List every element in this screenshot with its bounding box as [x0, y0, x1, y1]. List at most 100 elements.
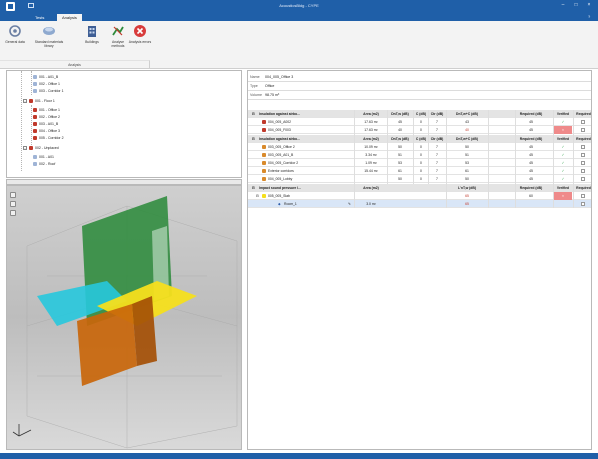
column-header: DnT,w (dB) [391, 112, 409, 116]
table-row[interactable]: 004_005_F003 17.63 m² 40 0 7 40 45 × [248, 126, 591, 134]
tree-item[interactable]: 001 - A01_B [33, 74, 58, 80]
field-value: 98.75 m³ [265, 93, 280, 97]
group-header-airborne[interactable]: ⊟ Insulation against airbo... Area (m2) … [248, 110, 591, 118]
volume-field[interactable]: Volume 98.75 m³ [248, 91, 591, 100]
required-checkbox[interactable] [581, 169, 585, 173]
wall-icon [262, 169, 266, 173]
buildings-button[interactable]: Buildings [80, 24, 104, 58]
group-title: Insulation against airbo... [259, 112, 300, 116]
column-header: DnT,w+C (dB) [456, 112, 478, 116]
help-icon[interactable]: ? [588, 14, 594, 19]
collapse-icon[interactable]: - [23, 99, 27, 104]
tree-item[interactable]: 004 - Office 3 [33, 128, 60, 134]
materials-library-button[interactable]: Standard materials library [30, 24, 68, 58]
expand-icon[interactable]: ⊟ [252, 110, 255, 118]
room-icon [33, 115, 37, 120]
column-header: DnT,w (dB) [391, 137, 409, 141]
column-header: Ctr (dB) [430, 112, 444, 116]
table-row-selected[interactable]: ◆ Room_1 ✎ 3.0 m² 65 [248, 200, 591, 208]
table-row[interactable]: 004_005_A002 17.63 m² 45 0 7 43 45 ✓ [248, 118, 591, 126]
maximize-icon[interactable]: □ [573, 3, 579, 8]
tree-item-label: 005 - Corridor 2 [39, 136, 64, 140]
ribbon-group-label: Analysis [0, 60, 150, 68]
axis-icon [12, 424, 32, 437]
tab-analysis[interactable]: Analysis [57, 14, 82, 21]
column-header: Required (dB) [519, 137, 543, 141]
check-icon: ✓ [561, 177, 565, 181]
column-header: Required [576, 137, 591, 141]
partition-icon [262, 120, 266, 124]
minimize-icon[interactable]: – [560, 3, 566, 8]
tree-item[interactable]: 005 - Corridor 2 [33, 135, 64, 141]
c-cell: 0 [420, 145, 422, 149]
analysis-errors-button[interactable]: Analysis errors [128, 24, 152, 58]
sum-cell: 53 [465, 161, 469, 165]
sum-cell: 50 [465, 177, 469, 181]
field-label: Type [250, 84, 258, 88]
row-label: 003_005_Office 2 [268, 145, 295, 149]
group-header-impact[interactable]: ⊟ Impact sound pressure l... Area (m2) L… [248, 184, 591, 192]
required-checkbox[interactable] [581, 177, 585, 181]
area-cell: 17.63 m² [364, 128, 378, 132]
tree-item[interactable]: 003 - A01_B [33, 121, 58, 127]
tree-item[interactable]: 002 - Office 2 [33, 114, 60, 120]
table-row[interactable]: 003_005_Office 2 10.09 m² 50 0 7 50 45 ✓ [248, 143, 591, 151]
table-row[interactable]: 004_005_Lobby 50 0 7 50 45 ✓ [248, 175, 591, 183]
field-value: Office [265, 84, 275, 88]
sum-cell: 61 [465, 169, 469, 173]
row-label: 004_005_Corridor 2 [268, 161, 299, 165]
dntw-cell: 61 [398, 169, 402, 173]
tree-item[interactable]: 001 - A01 [33, 154, 54, 160]
3d-view[interactable] [6, 185, 242, 450]
group-header-airborne-2[interactable]: ⊟ Insulation against airbo... Area (m2) … [248, 135, 591, 143]
type-field[interactable]: Type Office [248, 82, 591, 91]
close-window-icon[interactable]: × [586, 3, 592, 8]
wall-icon [262, 161, 266, 165]
sum-cell: 51 [465, 153, 469, 157]
tab-tests[interactable]: Tests [30, 14, 49, 21]
tree-item[interactable]: 002 - Office 1 [33, 81, 60, 87]
required-checkbox[interactable] [581, 120, 585, 124]
floor-icon [29, 99, 33, 104]
wall-icon [262, 177, 266, 181]
room-icon [33, 108, 37, 113]
error-icon [134, 25, 146, 37]
room-icon [33, 136, 37, 141]
general-data-button[interactable]: General data [3, 24, 27, 58]
table-row[interactable]: ⊟ 005_005_Slab 65 60 × [248, 192, 591, 200]
check-icon: ✓ [561, 145, 565, 149]
required-checkbox[interactable] [581, 161, 585, 165]
table-row[interactable]: 004_005_Corridor 2 1.09 m² 53 0 7 53 45 … [248, 159, 591, 167]
required-checkbox[interactable] [581, 145, 585, 149]
expand-icon[interactable]: ⊟ [256, 192, 259, 200]
required-checkbox[interactable] [581, 128, 585, 132]
slab-icon [262, 194, 266, 198]
tree-item[interactable]: 003 - Corridor 1 [33, 88, 64, 94]
tree-group[interactable]: - 002 - Unplaced [23, 145, 59, 151]
required-checkbox[interactable] [581, 153, 585, 157]
analyse-methods-button[interactable]: Analyse methods [106, 24, 130, 58]
wall-icon [262, 145, 266, 149]
ctr-cell: 7 [436, 120, 438, 124]
name-field[interactable]: Name 004_005_Office 3 [248, 73, 591, 82]
area-cell: 17.63 m² [364, 120, 378, 124]
expand-icon[interactable]: ⊟ [252, 184, 255, 192]
expand-icon[interactable]: ⊟ [252, 135, 255, 143]
tree-group[interactable]: - 001 - Floor 1 [23, 98, 55, 104]
model-canvas [12, 196, 238, 449]
sum-cell: 43 [465, 120, 469, 124]
edit-icon[interactable]: ✎ [348, 200, 351, 208]
column-header: Required [576, 112, 591, 116]
tree-item[interactable]: 002 - Roof [33, 161, 55, 167]
collapse-icon[interactable]: - [23, 146, 27, 151]
required-cell: 45 [529, 128, 533, 132]
dntw-cell: 53 [398, 161, 402, 165]
table-row[interactable]: 003_005_A01_B 3.34 m² 51 0 7 51 45 ✓ [248, 151, 591, 159]
table-row[interactable]: Exterior corridors 15.44 m² 61 0 7 61 45… [248, 167, 591, 175]
project-tree[interactable]: 001 - A01_B 002 - Office 1 003 - Corrido… [6, 70, 242, 178]
space-icon [33, 155, 37, 160]
tree-item[interactable]: 001 - Office 1 [33, 107, 60, 113]
required-checkbox[interactable] [581, 202, 585, 206]
required-checkbox[interactable] [581, 194, 585, 198]
tree-item-label: 001 - Floor 1 [35, 99, 55, 103]
